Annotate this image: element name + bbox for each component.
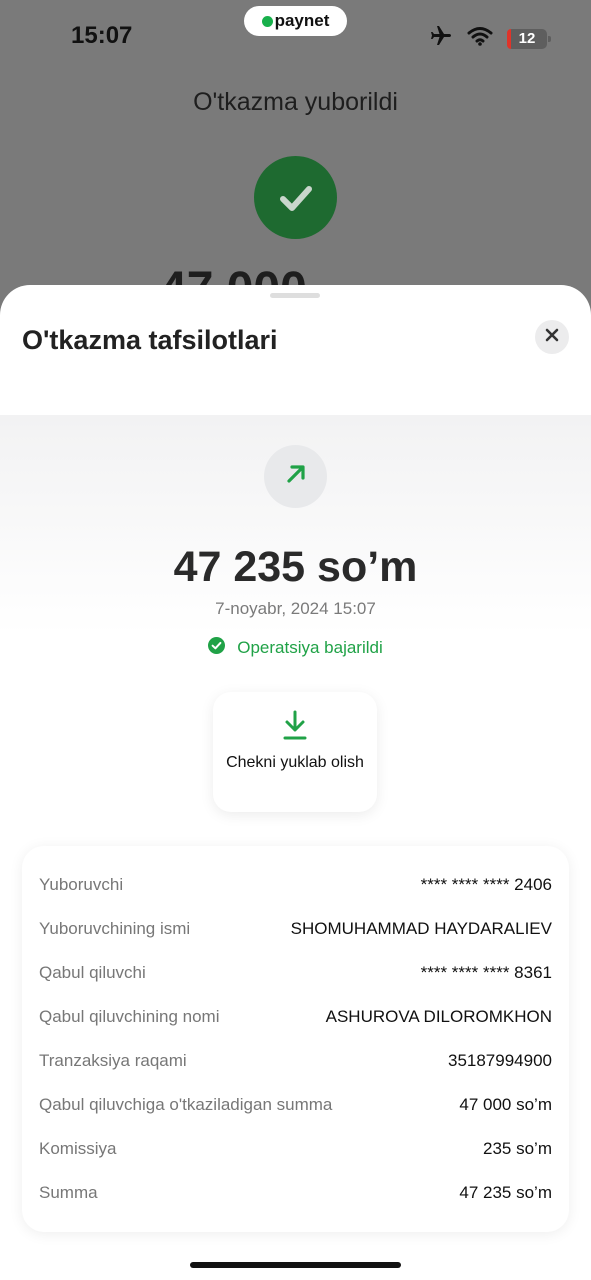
detail-row: Qabul qiluvchiga o'tkaziladigan summa 47 …	[39, 1090, 552, 1120]
detail-label: Komissiya	[39, 1139, 117, 1158]
detail-value: SHOMUHAMMAD HAYDARALIEV	[290, 919, 552, 938]
details-card: Yuboruvchi **** **** **** 2406 Yuboruvchi…	[22, 846, 569, 1232]
detail-label: Summa	[39, 1183, 98, 1202]
transfer-date: 7-noyabr, 2024 15:07	[215, 599, 376, 618]
status-time: 15:07	[71, 22, 133, 49]
detail-value: **** **** **** 8361	[420, 963, 552, 982]
background-title: O'tkazma yuborildi	[193, 88, 398, 116]
success-check-icon	[254, 156, 337, 239]
home-indicator[interactable]	[190, 1262, 401, 1268]
detail-value: 35187994900	[447, 1051, 552, 1070]
close-icon	[545, 328, 559, 347]
detail-row: Yuboruvchi **** **** **** 2406	[39, 870, 552, 900]
detail-row: Qabul qiluvchining nomi ASHUROVA DILOROMK…	[39, 1002, 552, 1032]
download-icon	[283, 710, 307, 745]
battery-level: 12	[518, 30, 536, 47]
sheet-handle[interactable]	[270, 293, 320, 298]
operation-status: Operatsiya bajarildi	[0, 637, 591, 659]
download-receipt-button[interactable]: Chekni yuklab olish	[213, 692, 377, 812]
status-bar: 15:07 paynet 12	[0, 0, 591, 70]
brand-label: paynet	[274, 11, 330, 30]
detail-value: 47 000 so’m	[459, 1095, 552, 1114]
detail-row: Komissiya 235 so’m	[39, 1134, 552, 1164]
brand-pill: paynet	[244, 6, 347, 36]
detail-label: Yuboruvchi	[39, 875, 124, 894]
detail-row: Summa 47 235 so’m	[39, 1178, 552, 1208]
airplane-icon	[429, 24, 453, 53]
details-sheet: O'tkazma tafsilotlari 47 235 so’m 7-noya…	[0, 285, 591, 1280]
download-receipt-label: Chekni yuklab olish	[226, 754, 364, 771]
transfer-direction-badge	[264, 445, 327, 508]
operation-status-label: Operatsiya bajarildi	[237, 638, 383, 657]
detail-value: ASHUROVA DILOROMKHON	[325, 1007, 552, 1026]
wifi-icon	[467, 26, 493, 51]
detail-row: Tranzaksiya raqami 35187994900	[39, 1046, 552, 1076]
battery-icon: 12	[507, 28, 551, 49]
detail-value: **** **** **** 2406	[420, 875, 552, 894]
check-circle-icon	[208, 637, 226, 659]
transfer-amount: 47 235 so’m	[173, 543, 418, 591]
detail-value: 47 235 so’m	[459, 1183, 552, 1202]
detail-row: Yuboruvchining ismi SHOMUHAMMAD HAYDARALI…	[39, 914, 552, 944]
detail-value: 235 so’m	[483, 1139, 552, 1158]
detail-label: Qabul qiluvchiga o'tkaziladigan summa	[39, 1095, 333, 1114]
arrow-up-right-icon	[284, 462, 308, 491]
brand-dot-icon	[261, 15, 273, 27]
detail-row: Qabul qiluvchi **** **** **** 8361	[39, 958, 552, 988]
detail-label: Tranzaksiya raqami	[39, 1051, 187, 1070]
detail-label: Yuboruvchining ismi	[39, 919, 191, 938]
detail-label: Qabul qiluvchi	[39, 963, 146, 982]
sheet-title: O'tkazma tafsilotlari	[22, 325, 278, 355]
status-icons: 12	[429, 24, 551, 53]
close-button[interactable]	[535, 320, 569, 354]
detail-label: Qabul qiluvchining nomi	[39, 1007, 220, 1026]
